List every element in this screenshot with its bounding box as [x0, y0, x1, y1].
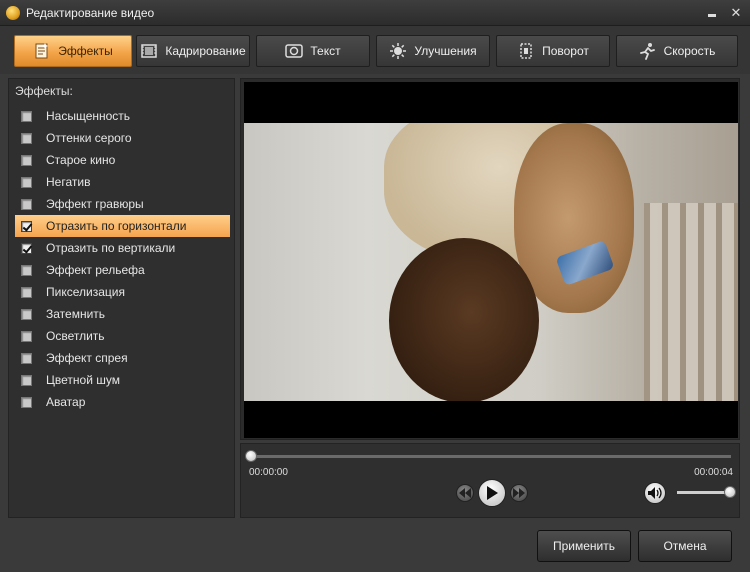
effect-checkbox[interactable]: [21, 286, 32, 298]
tab-rotate[interactable]: Поворот: [496, 35, 610, 67]
rewind-button[interactable]: [456, 484, 474, 502]
effect-item[interactable]: Осветлить: [15, 325, 230, 347]
speaker-icon: [648, 487, 662, 499]
effect-label: Насыщенность: [46, 109, 131, 123]
tab-bar: Эффекты Кадрирование Текст Улучшения Пов…: [0, 26, 750, 74]
close-button[interactable]: ✕: [728, 5, 744, 21]
effect-label: Эффект спрея: [46, 351, 128, 365]
crop-icon: [140, 42, 158, 60]
cancel-button[interactable]: Отмена: [638, 530, 732, 562]
effect-label: Затемнить: [46, 307, 106, 321]
seek-handle[interactable]: [245, 450, 257, 462]
effect-checkbox[interactable]: [21, 330, 32, 342]
tab-rotate-label: Поворот: [542, 44, 589, 58]
effect-item[interactable]: Эффект гравюры: [15, 193, 230, 215]
effect-item[interactable]: Старое кино: [15, 149, 230, 171]
forward-icon: [513, 488, 525, 498]
effect-checkbox[interactable]: [21, 374, 32, 386]
forward-button[interactable]: [510, 484, 528, 502]
current-time: 00:00:00: [249, 467, 288, 478]
effect-item[interactable]: Затемнить: [15, 303, 230, 325]
effects-panel: Эффекты: Насыщенность Оттенки серого Старо…: [8, 78, 235, 518]
tab-enhancements-label: Улучшения: [414, 44, 477, 58]
effect-checkbox[interactable]: [21, 396, 32, 408]
effects-icon: [33, 42, 51, 60]
enhance-icon: [389, 42, 407, 60]
effects-panel-title: Эффекты:: [15, 84, 73, 98]
video-frame-image: [244, 123, 738, 401]
video-preview: [244, 82, 738, 438]
effect-label: Цветной шум: [46, 373, 120, 387]
minimize-button[interactable]: [704, 5, 720, 21]
effect-item[interactable]: Оттенки серого: [15, 127, 230, 149]
volume-handle[interactable]: [724, 486, 736, 498]
effect-checkbox[interactable]: [21, 352, 32, 364]
app-icon: [6, 6, 20, 20]
volume-button[interactable]: [644, 482, 666, 504]
effect-checkbox[interactable]: [21, 308, 32, 320]
effect-item[interactable]: Аватар: [15, 391, 230, 413]
effect-checkbox[interactable]: [21, 110, 32, 122]
effect-checkbox[interactable]: [21, 132, 32, 144]
text-icon: [285, 42, 304, 60]
tab-effects-label: Эффекты: [58, 44, 113, 58]
effect-item[interactable]: Отразить по горизонтали: [15, 215, 230, 237]
effect-label: Старое кино: [46, 153, 116, 167]
title-bar: Редактирование видео ✕: [0, 0, 750, 26]
close-icon: ✕: [730, 5, 742, 20]
effect-label: Аватар: [46, 395, 86, 409]
tab-text-label: Текст: [310, 44, 341, 58]
tab-text[interactable]: Текст: [256, 35, 370, 67]
video-preview-frame: [240, 78, 740, 440]
tab-effects[interactable]: Эффекты: [14, 35, 132, 67]
tab-enhancements[interactable]: Улучшения: [376, 35, 490, 67]
tab-crop-label: Кадрирование: [165, 44, 246, 58]
effect-label: Оттенки серого: [46, 131, 132, 145]
total-time: 00:00:04: [694, 467, 733, 478]
effect-item[interactable]: Эффект рельефа: [15, 259, 230, 281]
tab-crop[interactable]: Кадрирование: [136, 35, 250, 67]
effect-item[interactable]: Отразить по вертикали: [15, 237, 230, 259]
effect-item[interactable]: Цветной шум: [15, 369, 230, 391]
effect-checkbox[interactable]: [21, 154, 32, 166]
tab-speed[interactable]: Скорость: [616, 35, 738, 67]
effect-checkbox[interactable]: [21, 264, 32, 276]
tab-speed-label: Скорость: [663, 44, 716, 58]
speed-icon: [639, 42, 657, 60]
effect-item[interactable]: Пикселизация: [15, 281, 230, 303]
effect-item[interactable]: Эффект спрея: [15, 347, 230, 369]
effect-checkbox[interactable]: [21, 176, 32, 188]
effect-label: Пикселизация: [46, 285, 125, 299]
apply-button[interactable]: Применить: [537, 530, 631, 562]
effect-item[interactable]: Насыщенность: [15, 105, 230, 127]
effect-checkbox[interactable]: [21, 220, 32, 232]
effect-label: Эффект рельефа: [46, 263, 145, 277]
effect-label: Осветлить: [46, 329, 105, 343]
effects-list: Насыщенность Оттенки серого Старое кино Нег…: [15, 105, 230, 413]
play-button[interactable]: [478, 479, 506, 507]
player-controls: 00:00:00 00:00:04: [240, 443, 740, 518]
effect-label: Отразить по вертикали: [46, 241, 176, 255]
window-title: Редактирование видео: [26, 6, 155, 20]
effect-checkbox[interactable]: [21, 198, 32, 210]
effect-label: Негатив: [46, 175, 91, 189]
effect-checkbox[interactable]: [21, 242, 32, 254]
rotate-icon: [517, 42, 535, 60]
play-icon: [487, 486, 498, 500]
seek-bar[interactable]: [251, 455, 731, 458]
effect-label: Эффект гравюры: [46, 197, 144, 211]
effect-item[interactable]: Негатив: [15, 171, 230, 193]
effect-label: Отразить по горизонтали: [46, 219, 187, 233]
rewind-icon: [459, 488, 471, 498]
